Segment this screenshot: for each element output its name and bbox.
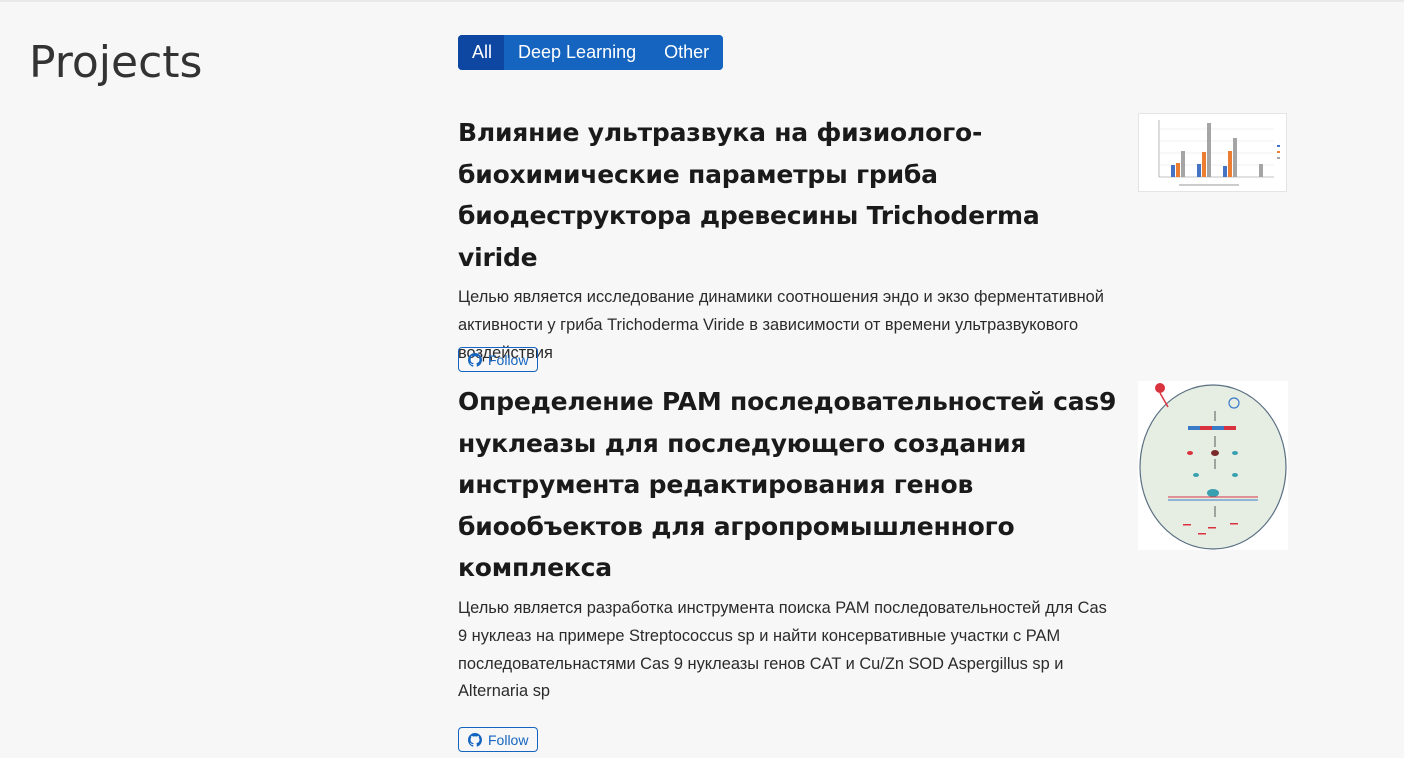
github-icon <box>468 732 482 747</box>
project-thumbnail[interactable] <box>1138 113 1287 192</box>
project-title[interactable]: Определение PAM последовательностей cas9… <box>458 381 1118 589</box>
cell-diagram-icon <box>1139 383 1287 550</box>
project-title-line: биохимические параметры гриба <box>458 159 938 189</box>
project-card: Определение PAM последовательностей cas9… <box>458 381 1288 706</box>
project-thumbnail[interactable] <box>1138 381 1288 550</box>
project-description: Целью является исследование динамики соо… <box>458 288 1104 362</box>
follow-label: Follow <box>488 731 529 748</box>
project-title[interactable]: Влияние ультразвука на физиолого- биохим… <box>458 112 1118 278</box>
project-title-line: нуклеазы для последующего создания <box>458 428 1027 458</box>
project-title-line: Определение PAM последовательностей cas9 <box>458 387 1117 416</box>
follow-button[interactable]: Follow <box>458 727 539 752</box>
follow-button[interactable]: Follow <box>458 347 539 372</box>
github-icon <box>468 352 482 367</box>
bar-chart-icon <box>1158 120 1280 186</box>
top-divider <box>0 0 1404 2</box>
project-title-line: комплекса <box>458 553 612 583</box>
project-title-line: инструмента редактирования генов <box>458 470 974 500</box>
project-description: Целью является разработка инструмента по… <box>458 598 1107 701</box>
project-title-line: биообъектов для агропромышленного <box>458 511 1015 541</box>
filter-deep-learning-button[interactable]: Deep Learning <box>504 35 651 70</box>
project-card: Влияние ультразвука на физиолого- биохим… <box>458 112 1288 368</box>
filter-all-button[interactable]: All <box>458 35 505 70</box>
filter-button-group: All Deep Learning Other <box>458 35 724 70</box>
filter-other-button[interactable]: Other <box>650 35 724 70</box>
follow-label: Follow <box>488 351 529 368</box>
page-title: Projects <box>29 37 203 88</box>
project-title-line: Влияние ультразвука на физиолого- <box>458 118 983 147</box>
project-title-line: биодеструктора древесины Trichoderma vir… <box>458 201 1040 272</box>
